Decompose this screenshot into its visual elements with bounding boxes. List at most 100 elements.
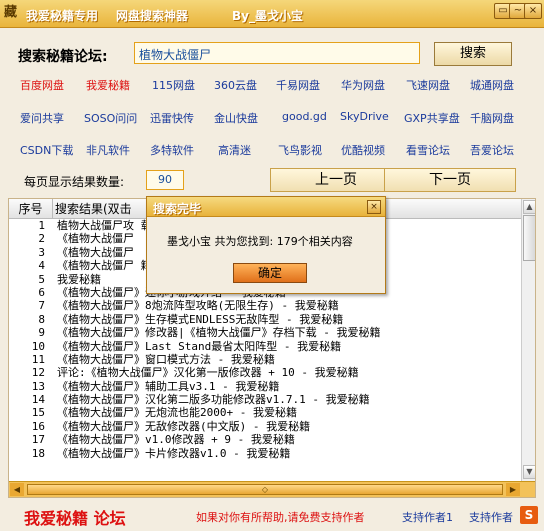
link-kuaipan[interactable]: 金山快盘 — [214, 110, 258, 126]
horizontal-scrollbar[interactable]: ◀ ◇ ▶ — [9, 481, 535, 497]
dialog-title: 搜索完毕 — [153, 202, 202, 216]
search-input[interactable]: 植物大战僵尸 — [134, 42, 420, 64]
search-complete-dialog: 搜索完毕 × 墨戈小宝 共为您找到: 179个相关内容 确定 — [146, 196, 386, 294]
link-qiannao[interactable]: 千脑网盘 — [470, 110, 514, 126]
prev-page-button[interactable]: 上一页 — [270, 168, 402, 192]
row-number: 10 — [31, 339, 45, 353]
support-author-1-link[interactable]: 支持作者1 — [402, 509, 453, 525]
scroll-down-icon[interactable]: ▼ — [523, 465, 535, 479]
footer-message: 如果对你有所帮助,请免费支持作者 — [196, 511, 365, 524]
link-52pojie[interactable]: 吾爱论坛 — [470, 142, 514, 158]
title-text-2: 网盘搜索神器 — [116, 9, 189, 23]
search-button[interactable]: 搜索 — [434, 42, 512, 66]
table-row[interactable]: 16 《植物大战僵尸》无敌修改器(中文版) - 我爱秘籍 — [9, 420, 521, 433]
row-number: 7 — [38, 299, 45, 313]
row-title: 《植物大战僵尸》修改器|《植物大战僵尸》存档下载 - 我爱秘籍 — [57, 326, 381, 340]
search-label: 搜索秘籍论坛: — [18, 49, 108, 65]
dialog-title-bar: 搜索完毕 × — [147, 197, 385, 217]
row-number: 17 — [31, 433, 45, 447]
dialog-ok-button[interactable]: 确定 — [233, 263, 307, 283]
support-author-2-link[interactable]: 支持作者 — [469, 509, 513, 525]
table-row[interactable]: 7 《植物大战僵尸》8炮流阵型攻略(无限生存) - 我爱秘籍 — [9, 299, 521, 312]
row-number: 5 — [38, 272, 45, 286]
table-row[interactable]: 14 《植物大战僵尸》汉化第二版多功能修改器v1.7.1 - 我爱秘籍 — [9, 393, 521, 406]
link-feisu[interactable]: 飞速网盘 — [406, 77, 450, 93]
table-row[interactable]: 8 《植物大战僵尸》生存模式ENDLESS无敌阵型 - 我爱秘籍 — [9, 313, 521, 326]
row-number: 2 — [38, 232, 45, 246]
link-skydrive[interactable]: SkyDrive — [340, 110, 389, 123]
row-title: 《植物大战僵尸》Last Stand最省太阳阵型 - 我爱秘籍 — [57, 339, 342, 353]
row-number: 8 — [38, 312, 45, 326]
row-title: 《植物大战僵尸》辅助工具v3.1 - 我爱秘籍 — [57, 379, 280, 393]
column-header-title[interactable]: 搜索结果(双击 — [55, 199, 132, 219]
link-huawei[interactable]: 华为网盘 — [341, 77, 385, 93]
link-115[interactable]: 115网盘 — [152, 77, 195, 93]
row-title: 《植物大战僵尸 — [57, 245, 134, 259]
link-iask[interactable]: 爱问共享 — [20, 110, 64, 126]
per-page-input[interactable]: 90 — [146, 170, 184, 190]
row-title: 《植物大战僵尸 — [57, 232, 134, 246]
dialog-message: 墨戈小宝 共为您找到: 179个相关内容 — [167, 235, 353, 248]
table-row[interactable]: 10 《植物大战僵尸》Last Stand最省太阳阵型 - 我爱秘籍 — [9, 340, 521, 353]
row-title: 《植物大战僵尸》无敌修改器(中文版) - 我爱秘籍 — [57, 419, 311, 433]
next-page-button[interactable]: 下一页 — [384, 168, 516, 192]
horizontal-scroll-thumb[interactable]: ◇ — [27, 484, 503, 495]
row-number: 15 — [31, 406, 45, 420]
link-qianyi[interactable]: 千易网盘 — [276, 77, 320, 93]
close-button[interactable]: × — [524, 3, 542, 19]
footer-s-icon[interactable]: S — [520, 506, 538, 524]
title-text-1: 我爱秘籍专用 — [26, 9, 99, 23]
table-row[interactable]: 17 《植物大战僵尸》v1.0修改器 + 9 - 我爱秘籍 — [9, 433, 521, 446]
footer-logo[interactable]: 我爱秘籍 论坛 — [24, 505, 126, 529]
dialog-close-button[interactable]: × — [367, 200, 381, 214]
row-title: 《植物大战僵尸》卡片修改器v1.0 - 我爱秘籍 — [57, 446, 291, 460]
table-row[interactable]: 12 评论:《植物大战僵尸》汉化第一版修改器 + 10 - 我爱秘籍 — [9, 366, 521, 379]
link-duote[interactable]: 多特软件 — [150, 142, 194, 158]
link-youku[interactable]: 优酷视频 — [341, 142, 385, 158]
row-title: 《植物大战僵尸 籍 — [57, 259, 152, 273]
link-gaoqingmi[interactable]: 高清迷 — [218, 142, 251, 158]
scroll-right-icon[interactable]: ▶ — [506, 483, 520, 496]
app-logo-icon: 藏 — [4, 5, 18, 20]
table-row[interactable]: 18 《植物大战僵尸》卡片修改器v1.0 - 我爱秘籍 — [9, 447, 521, 460]
link-soso[interactable]: SOSO问问 — [84, 110, 137, 126]
row-number: 14 — [31, 393, 45, 407]
link-baidu[interactable]: 百度网盘 — [20, 77, 64, 93]
link-feiniao[interactable]: 飞鸟影视 — [278, 142, 322, 158]
row-title: 《植物大战僵尸》v1.0修改器 + 9 - 我爱秘籍 — [57, 433, 295, 447]
row-title: 《植物大战僵尸》窗口模式方法 - 我爱秘籍 — [57, 352, 275, 366]
table-row[interactable]: 13 《植物大战僵尸》辅助工具v3.1 - 我爱秘籍 — [9, 380, 521, 393]
title-bar: 藏 我爱秘籍专用 网盘搜索神器 By_墨戈小宝 ▭ ~ × — [0, 0, 544, 28]
link-goodgd[interactable]: good.gd — [282, 110, 327, 123]
vertical-scroll-thumb[interactable] — [523, 215, 535, 261]
link-crsky[interactable]: 非凡软件 — [86, 142, 130, 158]
row-title: 《植物大战僵尸》无炮流也能2000+ - 我爱秘籍 — [57, 406, 297, 420]
table-row[interactable]: 11 《植物大战僵尸》窗口模式方法 - 我爱秘籍 — [9, 353, 521, 366]
row-number: 12 — [31, 366, 45, 380]
row-number: 18 — [31, 446, 45, 460]
scroll-left-icon[interactable]: ◀ — [10, 483, 24, 496]
link-xunlei[interactable]: 迅雷快传 — [150, 110, 194, 126]
row-number: 11 — [31, 352, 45, 366]
row-title: 我爱秘籍 — [57, 272, 101, 286]
table-row[interactable]: 9 《植物大战僵尸》修改器|《植物大战僵尸》存档下载 - 我爱秘籍 — [9, 326, 521, 339]
link-chengtong[interactable]: 城通网盘 — [470, 77, 514, 93]
row-number: 4 — [38, 259, 45, 273]
row-number: 6 — [38, 285, 45, 299]
link-csdn[interactable]: CSDN下载 — [20, 142, 73, 158]
link-kanxue[interactable]: 看雪论坛 — [406, 142, 450, 158]
per-page-label: 每页显示结果数量: — [24, 175, 125, 189]
scroll-up-icon[interactable]: ▲ — [523, 200, 535, 214]
row-number: 3 — [38, 245, 45, 259]
link-360[interactable]: 360云盘 — [214, 77, 257, 93]
row-number: 1 — [38, 219, 45, 232]
row-title: 《植物大战僵尸》生存模式ENDLESS无敌阵型 - 我爱秘籍 — [57, 312, 344, 326]
row-number: 13 — [31, 379, 45, 393]
table-row[interactable]: 15 《植物大战僵尸》无炮流也能2000+ - 我爱秘籍 — [9, 406, 521, 419]
vertical-scrollbar[interactable]: ▲ ▼ — [521, 199, 535, 481]
column-header-no[interactable]: 序号 — [9, 199, 53, 219]
link-52miji[interactable]: 我爱秘籍 — [86, 77, 130, 93]
row-number: 16 — [31, 419, 45, 433]
link-gxp[interactable]: GXP共享盘 — [404, 110, 460, 126]
row-title: 《植物大战僵尸》8炮流阵型攻略(无限生存) - 我爱秘籍 — [57, 299, 339, 313]
